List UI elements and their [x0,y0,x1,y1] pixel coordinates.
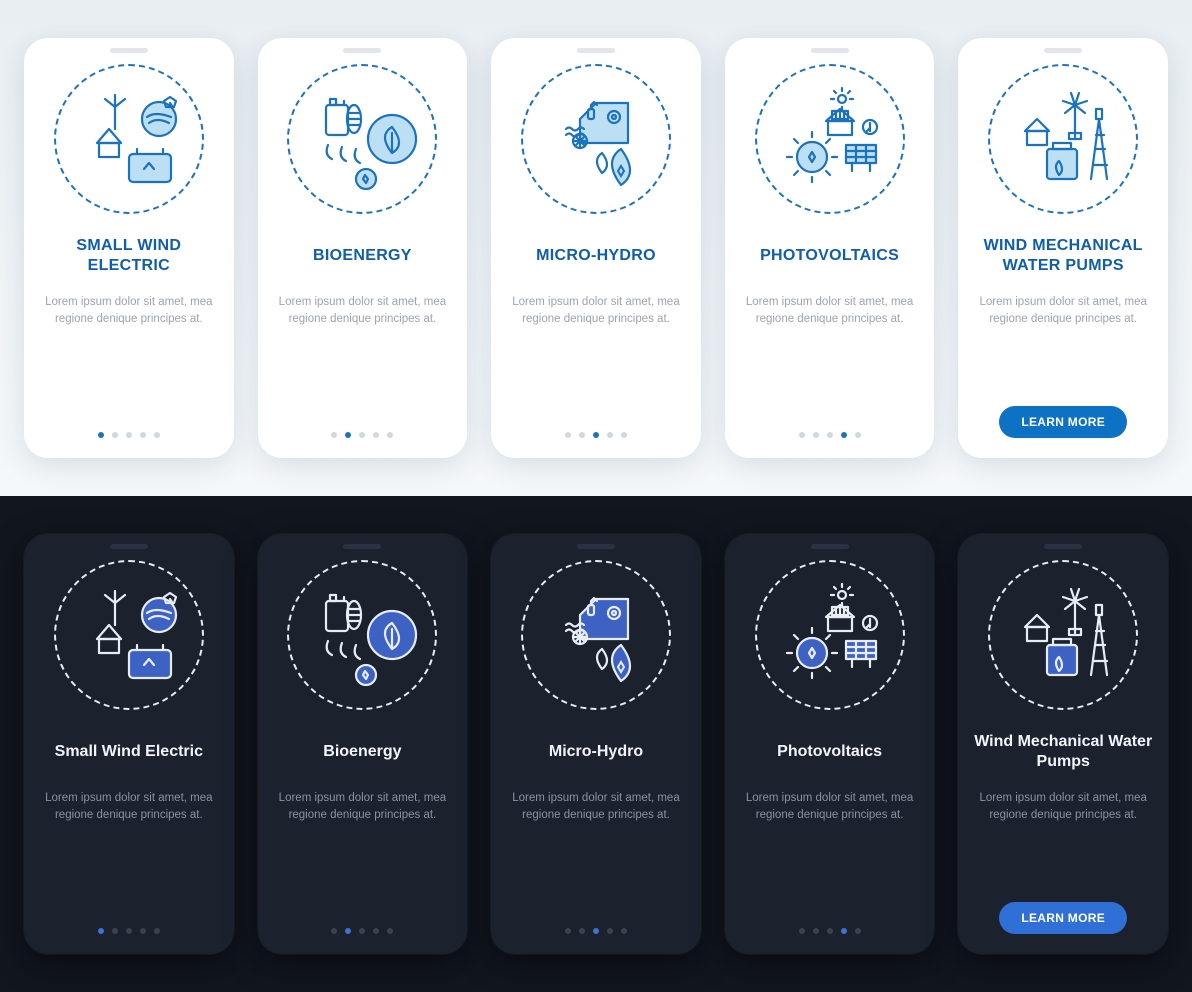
pagination-dot[interactable] [373,928,379,934]
pagination-dot[interactable] [359,432,365,438]
onboarding-card-0[interactable]: Small Wind Electric Lorem ipsum dolor sit… [24,534,234,954]
pagination-dot[interactable] [98,928,104,934]
pagination-dot[interactable] [607,432,613,438]
card-body: Lorem ipsum dolor sit amet, mea regione … [505,790,687,908]
pagination-dot[interactable] [359,928,365,934]
pv-icon [755,64,905,214]
card-title: PHOTOVOLTAICS [760,236,899,276]
pump-icon [988,560,1138,710]
bio-icon [287,560,437,710]
pv-icon [755,560,905,710]
card-title: SMALL WIND ELECTRIC [38,236,220,276]
pagination-dot[interactable] [841,432,847,438]
card-title: Wind Mechanical Water Pumps [972,732,1154,772]
learn-more-button[interactable]: LEARN MORE [999,902,1127,934]
pagination-dot[interactable] [373,432,379,438]
pagination-dot[interactable] [813,432,819,438]
card-body: Lorem ipsum dolor sit amet, mea regione … [38,294,220,412]
learn-more-button[interactable]: LEARN MORE [999,406,1127,438]
onboarding-card-3[interactable]: Photovoltaics Lorem ipsum dolor sit amet,… [725,534,935,954]
pagination-dot[interactable] [112,432,118,438]
pagination-dots [565,432,627,438]
hydro-icon [521,64,671,214]
onboarding-card-2[interactable]: MICRO-HYDRO Lorem ipsum dolor sit amet, m… [491,38,701,458]
pagination-dot[interactable] [827,928,833,934]
pagination-dot[interactable] [799,432,805,438]
pagination-dots [799,928,861,934]
card-body: Lorem ipsum dolor sit amet, mea regione … [505,294,687,412]
pagination-dot[interactable] [621,928,627,934]
pagination-dot[interactable] [154,928,160,934]
pagination-dot[interactable] [126,432,132,438]
onboarding-card-4[interactable]: Wind Mechanical Water Pumps Lorem ipsum d… [958,534,1168,954]
pagination-dots [98,432,160,438]
wind-icon [54,64,204,214]
onboarding-card-3[interactable]: PHOTOVOLTAICS Lorem ipsum dolor sit amet,… [725,38,935,458]
pagination-dot[interactable] [621,432,627,438]
card-body: Lorem ipsum dolor sit amet, mea regione … [739,294,921,412]
onboarding-card-4[interactable]: WIND MECHANICAL WATER PUMPS Lorem ipsum d… [958,38,1168,458]
pagination-dot[interactable] [126,928,132,934]
light-section: SMALL WIND ELECTRIC Lorem ipsum dolor sit… [0,0,1192,496]
pagination-dot[interactable] [579,432,585,438]
card-title: WIND MECHANICAL WATER PUMPS [972,236,1154,276]
pagination-dots [98,928,160,934]
dark-section: Small Wind Electric Lorem ipsum dolor sit… [0,496,1192,992]
pagination-dot[interactable] [345,928,351,934]
card-body: Lorem ipsum dolor sit amet, mea regione … [972,294,1154,386]
card-body: Lorem ipsum dolor sit amet, mea regione … [272,294,454,412]
card-title: BIOENERGY [313,236,412,276]
onboarding-card-1[interactable]: BIOENERGY Lorem ipsum dolor sit amet, mea… [258,38,468,458]
pagination-dots [799,432,861,438]
hydro-icon [521,560,671,710]
pagination-dot[interactable] [387,432,393,438]
pagination-dot[interactable] [345,432,351,438]
pagination-dot[interactable] [98,432,104,438]
pagination-dot[interactable] [855,432,861,438]
pagination-dot[interactable] [112,928,118,934]
card-title: Small Wind Electric [55,732,203,772]
card-body: Lorem ipsum dolor sit amet, mea regione … [272,790,454,908]
pagination-dots [565,928,627,934]
pagination-dot[interactable] [579,928,585,934]
pagination-dot[interactable] [565,928,571,934]
card-title: MICRO-HYDRO [536,236,656,276]
pagination-dot[interactable] [593,432,599,438]
pagination-dot[interactable] [593,928,599,934]
pagination-dot[interactable] [140,432,146,438]
card-body: Lorem ipsum dolor sit amet, mea regione … [38,790,220,908]
pagination-dot[interactable] [607,928,613,934]
pagination-dot[interactable] [154,432,160,438]
card-body: Lorem ipsum dolor sit amet, mea regione … [972,790,1154,882]
pump-icon [988,64,1138,214]
pagination-dots [331,432,393,438]
pagination-dot[interactable] [827,432,833,438]
pagination-dot[interactable] [565,432,571,438]
pagination-dot[interactable] [799,928,805,934]
onboarding-card-0[interactable]: SMALL WIND ELECTRIC Lorem ipsum dolor sit… [24,38,234,458]
pagination-dot[interactable] [387,928,393,934]
card-title: Micro-Hydro [549,732,643,772]
onboarding-card-2[interactable]: Micro-Hydro Lorem ipsum dolor sit amet, m… [491,534,701,954]
pagination-dot[interactable] [331,928,337,934]
pagination-dot[interactable] [140,928,146,934]
wind-icon [54,560,204,710]
pagination-dot[interactable] [813,928,819,934]
pagination-dot[interactable] [331,432,337,438]
pagination-dots [331,928,393,934]
bio-icon [287,64,437,214]
onboarding-card-1[interactable]: Bioenergy Lorem ipsum dolor sit amet, mea… [258,534,468,954]
card-body: Lorem ipsum dolor sit amet, mea regione … [739,790,921,908]
pagination-dot[interactable] [855,928,861,934]
card-title: Photovoltaics [777,732,882,772]
card-title: Bioenergy [323,732,401,772]
pagination-dot[interactable] [841,928,847,934]
